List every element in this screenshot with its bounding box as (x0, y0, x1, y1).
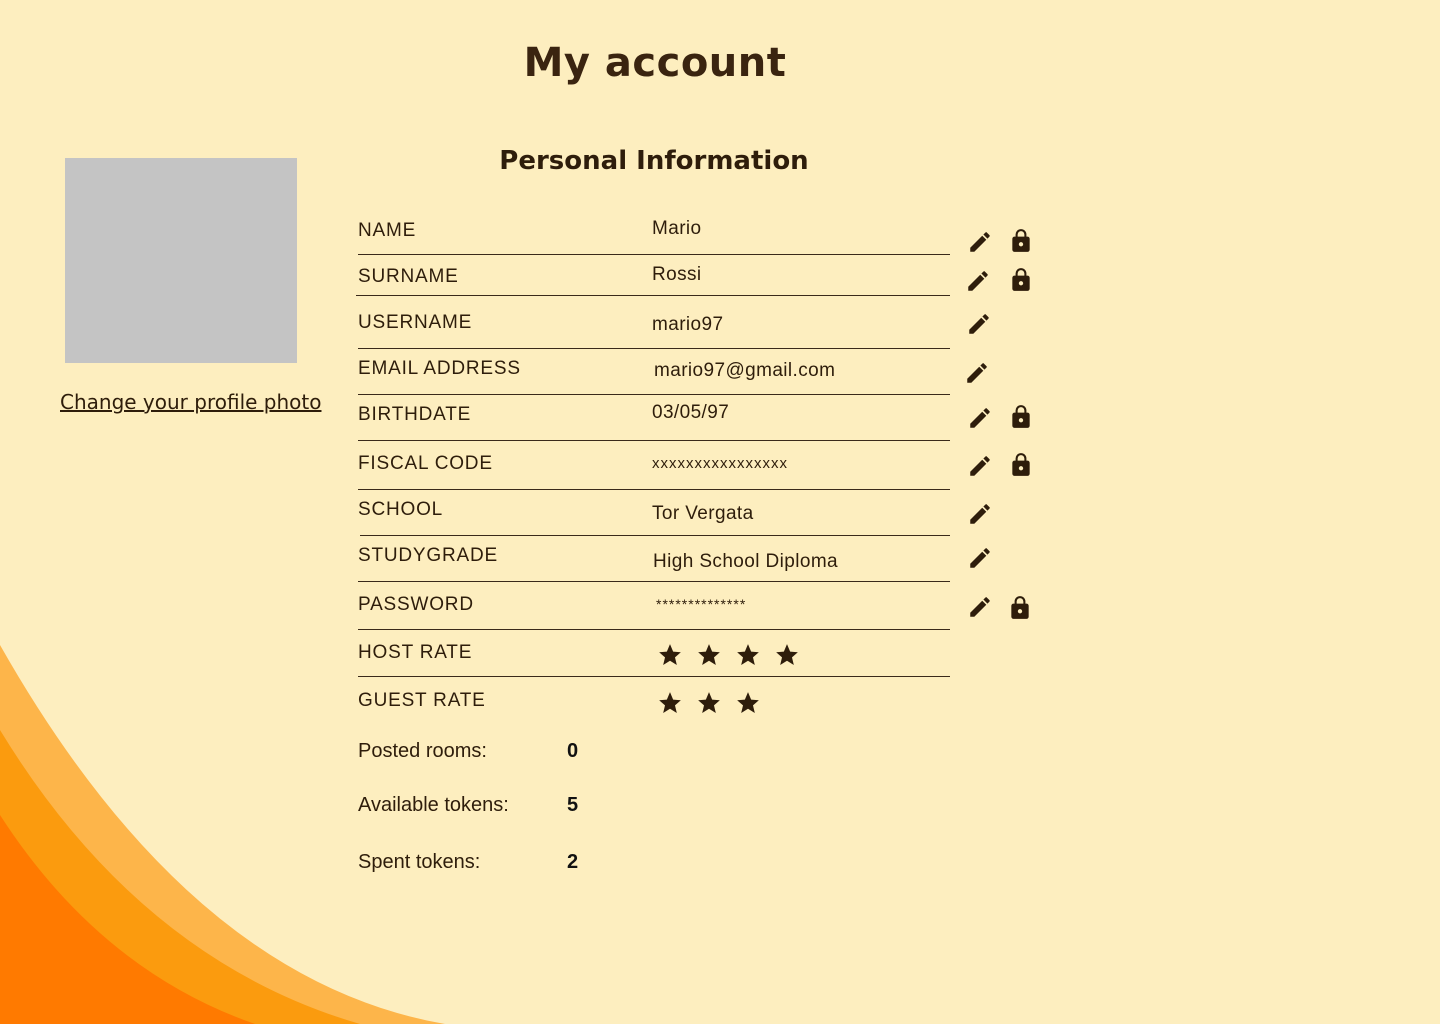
lock-icon (1008, 404, 1034, 430)
star-icon (659, 692, 681, 713)
lock-icon (1007, 595, 1033, 621)
row-divider (358, 440, 950, 441)
stat-value: 5 (567, 794, 579, 816)
row-divider (358, 254, 950, 255)
row-divider (360, 535, 950, 536)
edit-pencil-icon[interactable] (967, 405, 993, 431)
edit-pencil-icon[interactable] (965, 268, 991, 294)
stat-label: Spent tokens: (358, 851, 481, 873)
edit-pencil-icon[interactable] (967, 453, 993, 479)
field-label: SURNAME (358, 266, 459, 287)
edit-pencil-icon[interactable] (967, 594, 993, 620)
star-icon (737, 692, 759, 713)
field-label: EMAIL ADDRESS (358, 358, 521, 379)
row-divider (358, 348, 950, 349)
edit-pencil-icon[interactable] (966, 311, 992, 337)
field-value: mario97@gmail.com (654, 360, 836, 381)
field-value: Tor Vergata (652, 503, 754, 524)
field-value: Mario (652, 218, 702, 239)
edit-pencil-icon[interactable] (967, 501, 993, 527)
field-label: STUDYGRADE (358, 545, 498, 566)
field-label: PASSWORD (358, 594, 474, 615)
star-icon (737, 644, 759, 665)
field-value: xxxxxxxxxxxxxxxx (652, 455, 788, 472)
star-icon (776, 644, 798, 665)
row-divider (358, 629, 950, 630)
rating-label: HOST RATE (358, 642, 473, 663)
field-label: FISCAL CODE (358, 453, 493, 474)
host-rating-stars (657, 642, 800, 668)
rating-label: GUEST RATE (358, 690, 486, 711)
stat-value: 0 (567, 740, 579, 762)
row-divider (358, 581, 950, 582)
field-value: High School Diploma (653, 551, 839, 572)
field-value: 03/05/97 (652, 402, 730, 423)
row-divider (358, 394, 950, 395)
lock-icon (1008, 452, 1034, 478)
field-value: Rossi (652, 264, 702, 285)
field-value: ************** (656, 596, 747, 612)
change-profile-photo-link[interactable]: Change your profile photo (60, 390, 321, 414)
edit-pencil-icon[interactable] (967, 229, 993, 255)
stat-value: 2 (567, 851, 579, 873)
edit-pencil-icon[interactable] (964, 360, 990, 386)
field-label: SCHOOL (358, 499, 444, 520)
star-icon (698, 644, 720, 665)
guest-rating-stars (657, 690, 761, 716)
field-label: BIRTHDATE (358, 404, 472, 425)
page-title: My account (523, 40, 787, 86)
stat-label: Available tokens: (358, 794, 509, 816)
row-divider (358, 489, 950, 490)
lock-icon (1008, 228, 1034, 254)
stat-label: Posted rooms: (358, 740, 487, 762)
row-divider (358, 676, 950, 677)
star-icon (698, 692, 720, 713)
profile-photo-placeholder (65, 158, 297, 363)
field-value: mario97 (652, 314, 724, 335)
edit-pencil-icon[interactable] (967, 545, 993, 571)
section-title: Personal Information (499, 146, 809, 176)
star-icon (659, 644, 681, 665)
lock-icon (1008, 267, 1034, 293)
field-label: NAME (358, 220, 417, 241)
field-label: USERNAME (358, 312, 473, 333)
row-divider (356, 295, 950, 296)
